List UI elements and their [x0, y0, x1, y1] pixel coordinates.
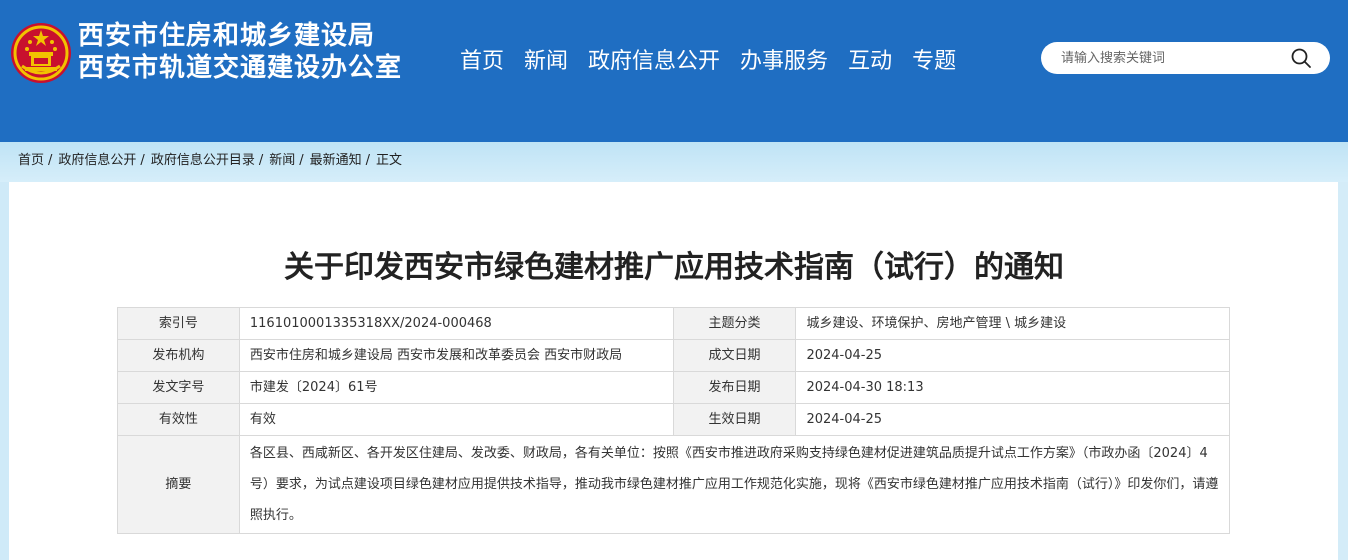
breadcrumb-separator: /	[258, 153, 264, 168]
doc-no-label: 发文字号	[117, 371, 240, 404]
breadcrumb-news[interactable]: 新闻	[269, 151, 295, 171]
table-row: 有效性 有效 生效日期 2024-04-25	[117, 403, 1230, 436]
nav-home[interactable]: 首页	[450, 46, 514, 78]
effective-date-label: 生效日期	[672, 403, 797, 436]
abstract-value: 各区县、西咸新区、各开发区住建局、发改委、财政局，各有关单位：按照《西安市推进政…	[238, 435, 1231, 534]
nav-gov-info[interactable]: 政府信息公开	[578, 46, 730, 78]
breadcrumb-current: 正文	[376, 153, 403, 168]
effective-date-value: 2024-04-25	[795, 403, 1230, 436]
document-info-table: 索引号 1161010001335318XX/2024-000468 主题分类 …	[117, 307, 1231, 534]
org-name-primary: 西安市住房和城乡建设局	[78, 21, 376, 51]
search-icon[interactable]	[1290, 47, 1312, 69]
breadcrumb-separator: /	[140, 153, 145, 168]
search-box	[1041, 42, 1330, 74]
national-emblem-icon	[11, 23, 71, 83]
topic-label: 主题分类	[672, 307, 797, 340]
search-input[interactable]	[1061, 42, 1281, 74]
index-no-value: 1161010001335318XX/2024-000468	[238, 307, 674, 340]
breadcrumb: 首页 / 政府信息公开 / 政府信息公开目录 / 新闻 / 最新通知 / 正文	[18, 151, 402, 171]
table-row: 发布机构 西安市住房和城乡建设局 西安市发展和改革委员会 西安市财政局 成文日期…	[117, 339, 1230, 372]
main-nav: 首页 新闻 政府信息公开 办事服务 互动 专题	[450, 46, 966, 78]
document-title: 关于印发西安市绿色建材推广应用技术指南（试行）的通知	[284, 250, 1064, 285]
breadcrumb-home[interactable]: 首页	[18, 151, 44, 171]
nav-topics[interactable]: 专题	[902, 46, 966, 78]
table-row: 发文字号 市建发〔2024〕61号 发布日期 2024-04-30 18:13	[117, 371, 1230, 404]
breadcrumb-latest-notice[interactable]: 最新通知	[310, 151, 362, 171]
nav-news[interactable]: 新闻	[514, 46, 578, 78]
published-date-label: 发布日期	[672, 371, 797, 404]
breadcrumb-separator: /	[48, 153, 53, 168]
validity-label: 有效性	[117, 403, 240, 436]
published-date-value: 2024-04-30 18:13	[795, 371, 1230, 404]
nav-services[interactable]: 办事服务	[730, 46, 838, 78]
breadcrumb-gov-info-catalog[interactable]: 政府信息公开目录	[151, 151, 255, 171]
breadcrumb-gov-info[interactable]: 政府信息公开	[58, 151, 136, 171]
nav-interaction[interactable]: 互动	[838, 46, 902, 78]
site-header: 西安市住房和城乡建设局 西安市轨道交通建设办公室 首页 新闻 政府信息公开 办事…	[0, 0, 1348, 142]
created-date-value: 2024-04-25	[795, 339, 1230, 372]
table-row: 摘要 各区县、西咸新区、各开发区住建局、发改委、财政局，各有关单位：按照《西安市…	[117, 435, 1231, 534]
org-names: 西安市住房和城乡建设局 西安市轨道交通建设办公室	[78, 20, 402, 84]
table-row: 索引号 1161010001335318XX/2024-000468 主题分类 …	[117, 307, 1230, 340]
abstract-label: 摘要	[117, 435, 240, 534]
topic-value: 城乡建设、环境保护、房地产管理 \ 城乡建设	[795, 307, 1230, 340]
publisher-label: 发布机构	[117, 339, 240, 372]
breadcrumb-separator: /	[299, 153, 304, 168]
validity-value: 有效	[238, 403, 674, 436]
org-name-secondary: 西安市轨道交通建设办公室	[78, 53, 403, 83]
doc-no-value: 市建发〔2024〕61号	[238, 371, 674, 404]
index-no-label: 索引号	[117, 307, 240, 340]
publisher-value: 西安市住房和城乡建设局 西安市发展和改革委员会 西安市财政局	[238, 339, 674, 372]
breadcrumb-separator: /	[365, 153, 371, 168]
created-date-label: 成文日期	[672, 339, 797, 372]
